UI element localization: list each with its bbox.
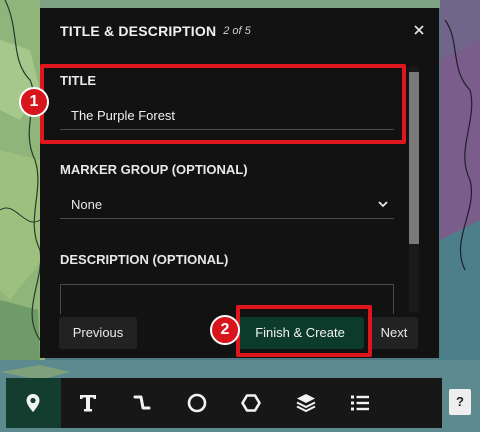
marker-tool[interactable] (6, 378, 61, 428)
close-icon[interactable] (411, 22, 427, 38)
chevron-down-icon (376, 197, 390, 211)
marker-group-label: MARKER GROUP (OPTIONAL) (60, 162, 248, 177)
polygon-icon (241, 394, 262, 412)
step-indicator: 2 of 5 (223, 25, 251, 37)
description-label: DESCRIPTION (OPTIONAL) (60, 252, 229, 267)
marker-icon (26, 394, 40, 412)
text-tool[interactable] (61, 378, 116, 428)
polygon-tool[interactable] (224, 378, 279, 428)
help-button[interactable]: ? (449, 389, 471, 415)
highlight-finish-button (236, 305, 372, 357)
circle-icon (187, 393, 207, 413)
list-icon (351, 395, 370, 411)
drawing-toolbar (6, 378, 442, 428)
list-tool[interactable] (333, 378, 388, 428)
previous-button[interactable]: Previous (59, 317, 137, 349)
scrollbar-thumb[interactable] (409, 72, 419, 244)
dialog-title: TITLE & DESCRIPTION (60, 23, 217, 39)
text-icon (79, 395, 96, 412)
layers-icon (296, 394, 316, 413)
next-button[interactable]: Next (370, 317, 418, 349)
circle-tool[interactable] (170, 378, 225, 428)
layers-tool[interactable] (279, 378, 334, 428)
marker-group-select[interactable]: None (60, 191, 394, 219)
step-badge-1: 1 (19, 87, 49, 117)
step-badge-2: 2 (210, 315, 240, 345)
path-tool[interactable] (115, 378, 170, 428)
dialog-header: TITLE & DESCRIPTION 2 of 5 (40, 8, 439, 54)
path-icon (133, 395, 151, 410)
marker-group-value: None (71, 197, 103, 212)
highlight-title-field (40, 64, 406, 144)
